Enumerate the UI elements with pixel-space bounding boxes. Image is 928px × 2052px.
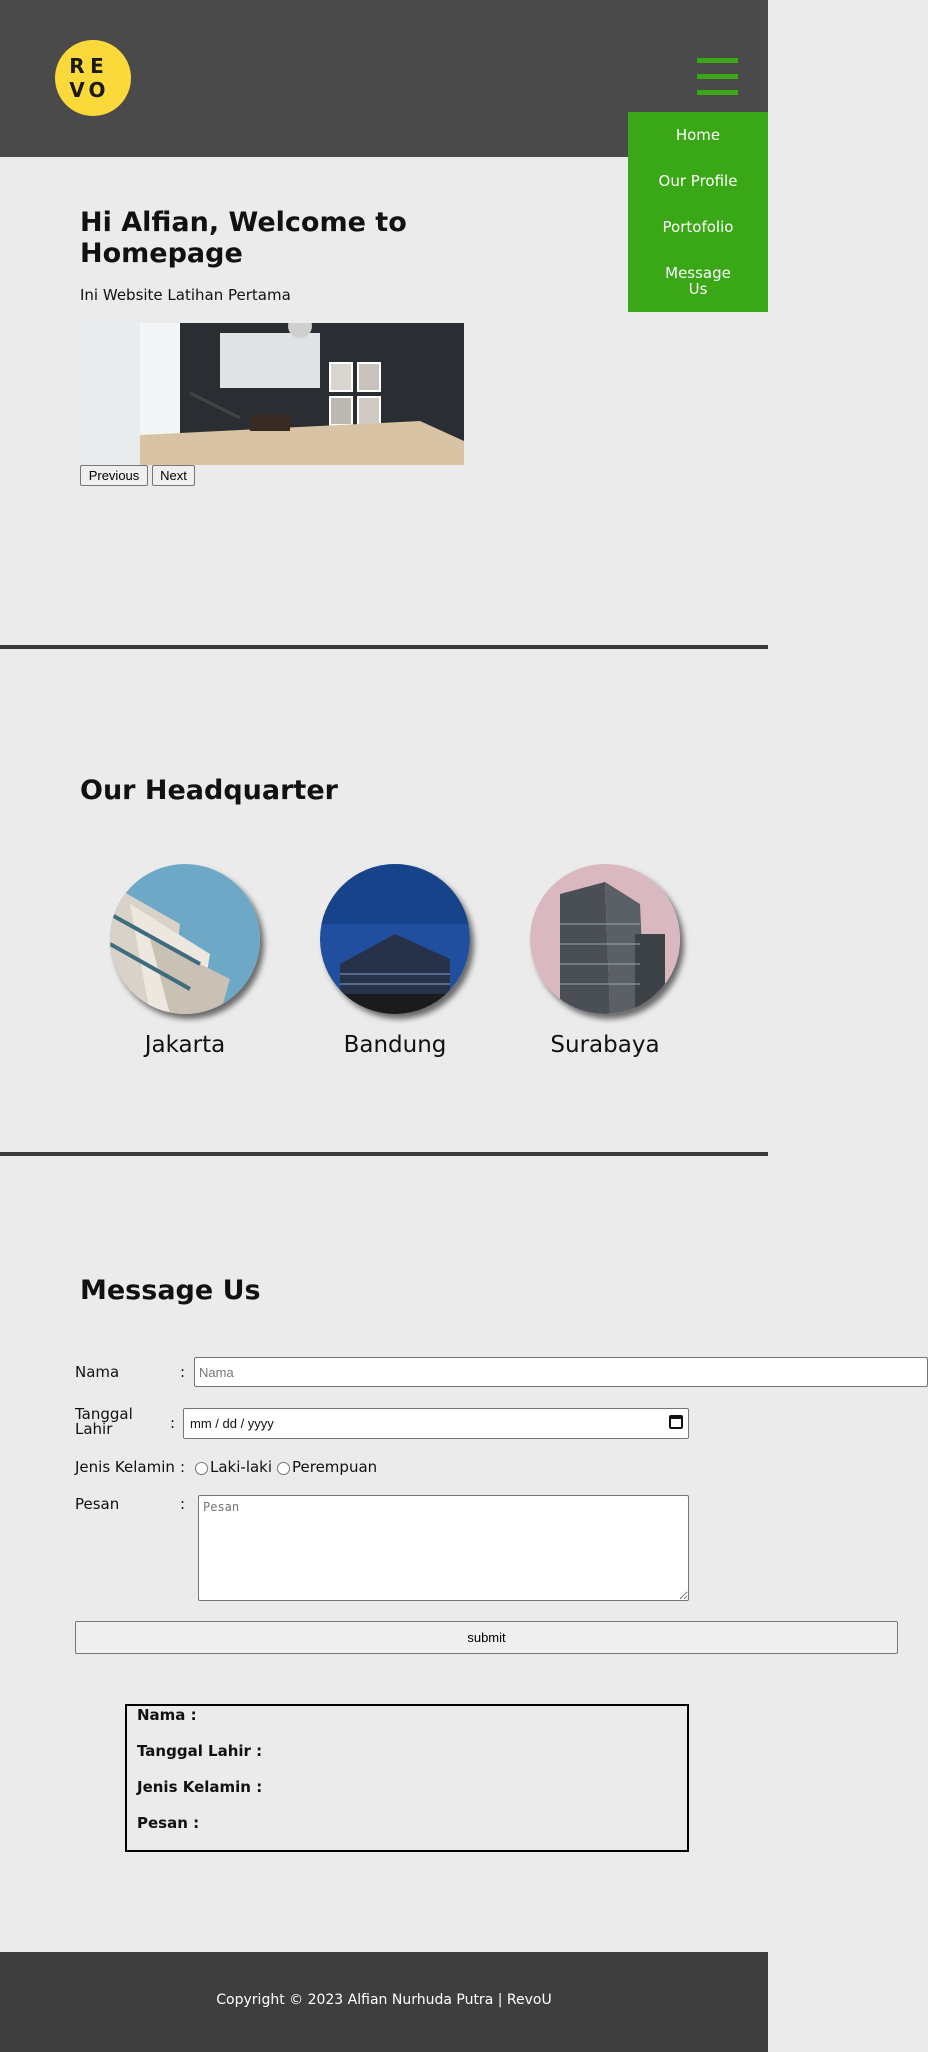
radio-label: Perempuan	[292, 1458, 378, 1476]
hero-title: Hi Alfian, Welcome to Homepage	[80, 207, 407, 269]
radio-label: Laki-laki	[210, 1458, 273, 1476]
nav-item-our-profile[interactable]: Our Profile	[628, 173, 768, 189]
city-card-bandung: Bandung	[320, 864, 474, 1058]
result-pesan: Pesan :	[137, 1814, 200, 1832]
hamburger-menu-icon[interactable]	[697, 58, 738, 95]
logo-letter: E	[90, 54, 104, 78]
headquarter-title: Our Headquarter	[80, 775, 338, 806]
revou-logo[interactable]: R E V O	[55, 40, 131, 116]
colon: :	[180, 1495, 186, 1513]
jenis-kelamin-label: Jenis Kelamin	[75, 1458, 175, 1476]
colon: :	[180, 1363, 186, 1381]
pesan-label: Pesan	[75, 1495, 120, 1513]
jakarta-building-image	[110, 864, 260, 1014]
date-placeholder: mm / dd / yyyy	[190, 1416, 274, 1431]
copyright-text: Copyright © 2023 Alfian Nurhuda Putra | …	[216, 1992, 552, 2008]
pesan-textarea[interactable]	[198, 1495, 689, 1601]
colon: :	[180, 1458, 186, 1476]
nav-item-home[interactable]: Home	[628, 127, 768, 143]
calendar-icon[interactable]	[669, 1415, 683, 1429]
nama-input[interactable]	[194, 1357, 928, 1387]
city-card-surabaya: Surabaya	[530, 864, 684, 1058]
tanggal-lahir-date-input[interactable]: mm / dd / yyyy	[183, 1408, 689, 1439]
city-name: Bandung	[343, 1032, 447, 1058]
logo-letter: O	[88, 78, 106, 102]
nav-item-message-us[interactable]: Message Us	[628, 265, 768, 297]
surabaya-building-image	[530, 864, 680, 1014]
section-divider	[0, 1152, 768, 1156]
nama-label: Nama	[75, 1363, 120, 1381]
city-name: Jakarta	[144, 1032, 226, 1058]
logo-letter: V	[69, 78, 85, 102]
colon: :	[170, 1414, 176, 1432]
office-slideshow-image	[80, 323, 464, 465]
nav-dropdown-menu: Home Our Profile Portofolio Message Us	[628, 112, 768, 312]
slideshow-previous-button[interactable]: Previous	[80, 465, 148, 486]
bandung-building-image	[320, 864, 470, 1014]
city-card-jakarta: Jakarta	[110, 864, 264, 1058]
result-jenis-kelamin: Jenis Kelamin :	[137, 1778, 263, 1796]
radio-perempuan[interactable]	[277, 1462, 290, 1475]
hero-subtitle: Ini Website Latihan Pertama	[80, 286, 291, 304]
submit-button[interactable]: submit	[75, 1621, 898, 1654]
site-footer: Copyright © 2023 Alfian Nurhuda Putra | …	[0, 1952, 768, 2052]
form-result-box: Nama : Tanggal Lahir : Jenis Kelamin : P…	[125, 1704, 689, 1852]
slideshow-next-button[interactable]: Next	[152, 465, 195, 486]
logo-letter: R	[69, 54, 85, 78]
tanggal-lahir-label: Tanggal Lahir	[75, 1405, 133, 1438]
section-divider	[0, 645, 768, 649]
message-us-title: Message Us	[80, 1275, 261, 1306]
city-name: Surabaya	[550, 1032, 660, 1058]
radio-laki-laki[interactable]	[195, 1462, 208, 1475]
nav-item-portofolio[interactable]: Portofolio	[628, 219, 768, 235]
result-tanggal-lahir: Tanggal Lahir :	[137, 1742, 263, 1760]
result-nama: Nama :	[137, 1706, 197, 1724]
